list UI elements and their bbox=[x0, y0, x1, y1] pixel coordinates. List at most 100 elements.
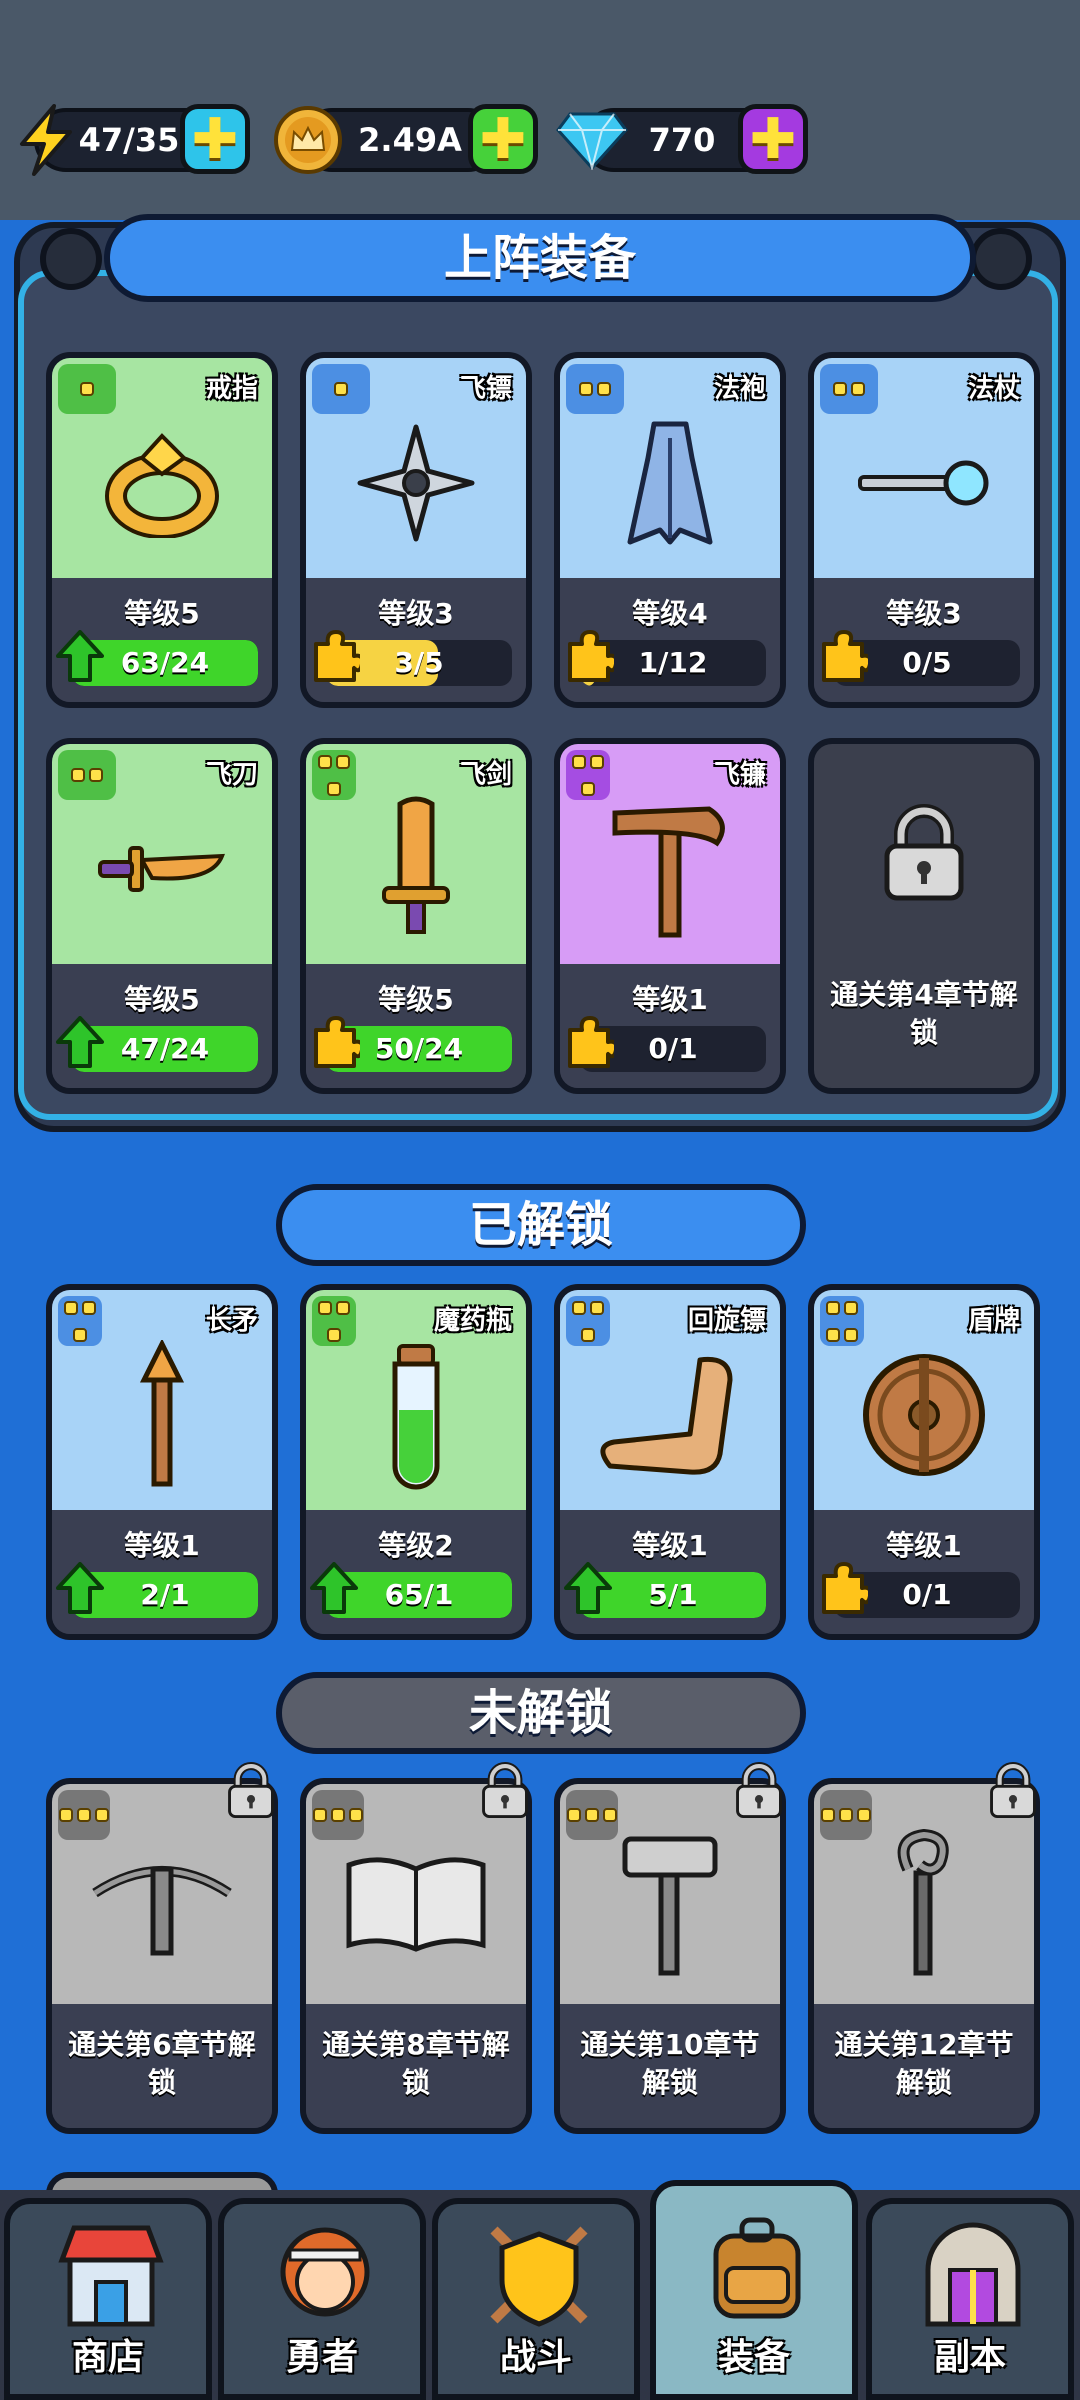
puzzle-icon bbox=[564, 1016, 619, 1072]
equipment-card[interactable]: 飞镖 等级3 3/5 bbox=[300, 352, 532, 708]
equipment-card[interactable]: 飞剑 等级5 50/24 bbox=[300, 738, 532, 1094]
equipment-card[interactable]: 飞镰 等级1 0/1 bbox=[554, 738, 786, 1094]
puzzle-icon bbox=[818, 630, 873, 686]
crown-coin-icon bbox=[268, 100, 348, 180]
item-level: 等级3 bbox=[378, 597, 454, 630]
card-art: 飞剑 bbox=[306, 744, 526, 964]
tier-pip bbox=[64, 1300, 78, 1315]
nav-tab-label: 勇者 bbox=[285, 2337, 358, 2378]
sword-icon bbox=[306, 784, 526, 954]
nav-tab-dungeon[interactable]: 副本 bbox=[866, 2198, 1074, 2400]
tier-pip bbox=[844, 1300, 858, 1315]
card-footer: 等级1 2/1 bbox=[52, 1510, 272, 1634]
item-level: 等级5 bbox=[124, 983, 200, 1016]
locked-equipment-card[interactable]: 通关第8章节解锁 bbox=[300, 1778, 532, 2134]
item-level: 等级5 bbox=[124, 597, 200, 630]
puzzle-icon bbox=[818, 1562, 873, 1618]
card-art: 法袍 bbox=[560, 358, 780, 578]
tier-pip bbox=[833, 382, 847, 396]
card-footer: 等级5 50/24 bbox=[306, 964, 526, 1088]
tier-pip bbox=[579, 382, 593, 396]
locked-equipment-card[interactable]: 通关第10章节解锁 bbox=[554, 1778, 786, 2134]
tier-pip bbox=[826, 1300, 840, 1315]
panel-bolt-left bbox=[40, 228, 102, 290]
shuriken-icon bbox=[306, 398, 526, 568]
puzzle-icon bbox=[564, 630, 619, 686]
lightning-icon bbox=[6, 100, 86, 180]
padlock-icon bbox=[732, 1762, 786, 1820]
item-level: 等级3 bbox=[886, 597, 962, 630]
locked-slot[interactable]: 通关第4章节解锁 bbox=[808, 738, 1040, 1094]
puzzle-icon bbox=[310, 630, 365, 686]
tier-pip bbox=[89, 768, 103, 782]
equipment-card[interactable]: 长矛 等级1 2/1 bbox=[46, 1284, 278, 1640]
unlock-requirement: 通关第10章节解锁 bbox=[580, 2028, 760, 2099]
card-footer: 等级4 1/12 bbox=[560, 578, 780, 702]
tier-pip bbox=[590, 754, 604, 769]
equipment-card[interactable]: 飞刀 等级5 47/24 bbox=[46, 738, 278, 1094]
nav-tab-label: 副本 bbox=[933, 2337, 1006, 2378]
hero-icon bbox=[270, 2220, 380, 2330]
item-level: 等级5 bbox=[378, 983, 454, 1016]
item-level: 等级2 bbox=[378, 1529, 454, 1562]
add-gold-button[interactable]: ✚ bbox=[468, 104, 538, 174]
item-level: 等级4 bbox=[632, 597, 708, 630]
nav-tab-shop[interactable]: 商店 bbox=[4, 2198, 212, 2400]
tier-pip bbox=[572, 1300, 586, 1315]
card-art: 回旋镖 bbox=[560, 1290, 780, 1510]
card-footer: 通关第10章节解锁 bbox=[560, 2004, 780, 2128]
wand-icon bbox=[814, 398, 1034, 568]
diamond-icon bbox=[552, 100, 632, 180]
tier-pip bbox=[590, 1300, 604, 1315]
robe-icon bbox=[560, 398, 780, 568]
card-art: 飞刀 bbox=[52, 744, 272, 964]
card-art: 戒指 bbox=[52, 358, 272, 578]
plus-icon: ✚ bbox=[479, 106, 527, 172]
dungeon-gate-icon bbox=[918, 2220, 1028, 2330]
puzzle-icon bbox=[310, 1016, 365, 1072]
nav-tab-equipment[interactable]: 装备 bbox=[650, 2180, 858, 2400]
equipped-title: 上阵装备 bbox=[104, 214, 976, 302]
padlock-icon bbox=[814, 804, 1034, 924]
potion-icon bbox=[306, 1330, 526, 1500]
nav-tab-label: 装备 bbox=[717, 2337, 790, 2378]
unlock-requirement: 通关第6章节解锁 bbox=[68, 2028, 256, 2099]
card-footer: 通关第12章节解锁 bbox=[814, 2004, 1034, 2128]
ring-icon bbox=[52, 398, 272, 568]
staff-icon bbox=[814, 1814, 1034, 1994]
arrow-up-icon bbox=[310, 1562, 362, 1618]
panel-bolt-right bbox=[970, 228, 1032, 290]
card-footer: 等级1 0/1 bbox=[814, 1510, 1034, 1634]
equipment-card[interactable]: 回旋镖 等级1 5/1 bbox=[554, 1284, 786, 1640]
tier-pip bbox=[572, 754, 586, 769]
plus-icon: ✚ bbox=[749, 106, 797, 172]
equipment-card[interactable]: 法袍 等级4 1/12 bbox=[554, 352, 786, 708]
tier-pip bbox=[334, 382, 348, 396]
knife-icon bbox=[52, 784, 272, 954]
locked-equipment-card[interactable]: 通关第6章节解锁 bbox=[46, 1778, 278, 2134]
add-energy-button[interactable]: ✚ bbox=[180, 104, 250, 174]
tier-pip bbox=[80, 382, 94, 396]
card-art: 飞镰 bbox=[560, 744, 780, 964]
card-footer: 等级5 63/24 bbox=[52, 578, 272, 702]
arrow-up-icon bbox=[56, 630, 108, 686]
padlock-icon bbox=[224, 1762, 278, 1820]
card-footer: 通关第6章节解锁 bbox=[52, 2004, 272, 2128]
arrow-up-icon bbox=[564, 1562, 616, 1618]
scythe-icon bbox=[560, 784, 780, 954]
equipment-card[interactable]: 魔药瓶 等级2 65/1 bbox=[300, 1284, 532, 1640]
nav-tab-label: 战斗 bbox=[499, 2337, 572, 2378]
equipment-card[interactable]: 盾牌 等级1 0/1 bbox=[808, 1284, 1040, 1640]
tier-pip bbox=[336, 1300, 350, 1315]
card-footer: 等级3 0/5 bbox=[814, 578, 1034, 702]
tier-pip bbox=[597, 382, 611, 396]
equipment-card[interactable]: 戒指 等级5 63/24 bbox=[46, 352, 278, 708]
locked-equipment-card[interactable]: 通关第12章节解锁 bbox=[808, 1778, 1040, 2134]
card-footer: 通关第8章节解锁 bbox=[306, 2004, 526, 2128]
add-gems-button[interactable]: ✚ bbox=[738, 104, 808, 174]
spear-icon bbox=[52, 1330, 272, 1500]
equipment-card[interactable]: 法杖 等级3 0/5 bbox=[808, 352, 1040, 708]
nav-tab-battle[interactable]: 战斗 bbox=[432, 2198, 640, 2400]
nav-tab-hero[interactable]: 勇者 bbox=[218, 2198, 426, 2400]
card-footer: 等级3 3/5 bbox=[306, 578, 526, 702]
